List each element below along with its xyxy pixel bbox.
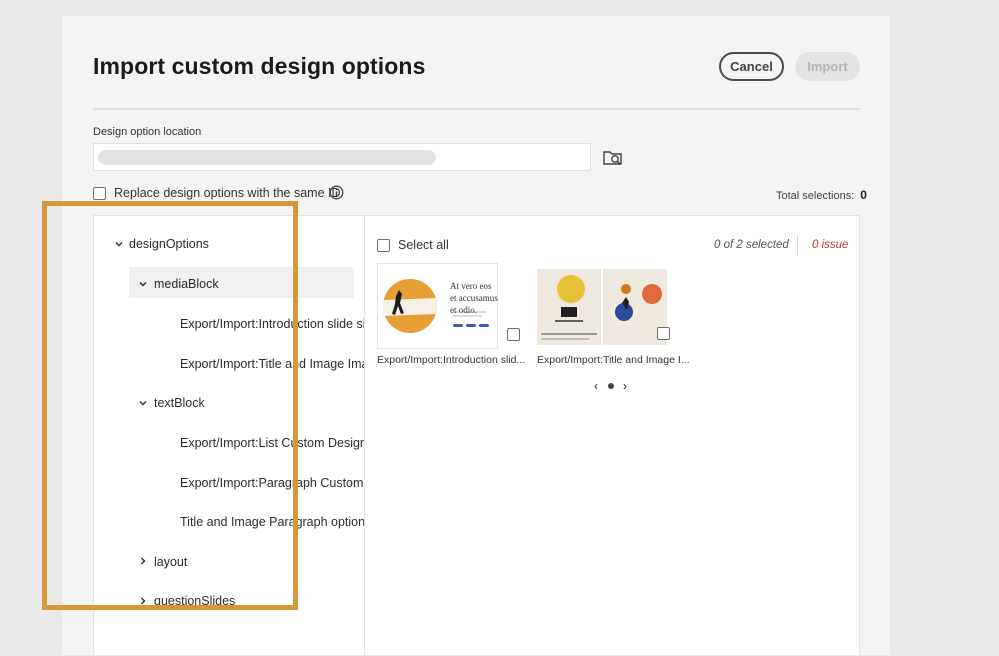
chevron-down-icon[interactable] [114,239,124,249]
browse-folder-icon[interactable] [603,149,623,167]
import-panel: designOptions mediaBlock Export/Import:I… [93,215,861,656]
card-checkbox[interactable] [507,328,520,341]
tree-group-textblock[interactable]: textBlock [154,396,205,410]
chevron-down-icon[interactable] [138,279,148,289]
preview-pane: Select all 0 of 2 selected 0 issue At ve… [364,216,861,656]
tree-group-mediablock[interactable]: mediaBlock [154,277,219,291]
design-card[interactable]: At vero eos et accusamus et odio. [377,263,520,349]
tree-group-questionslides[interactable]: questionSlides [154,594,235,608]
tree-root-designoptions[interactable]: designOptions [129,237,209,251]
select-all-checkbox[interactable] [377,239,390,252]
carousel-dot[interactable] [608,383,614,389]
selected-count: 0 of 2 selected [714,239,789,251]
info-icon[interactable] [329,185,344,200]
total-selections-label: Total selections: [776,190,855,202]
count-divider [797,235,798,255]
design-card[interactable] [537,263,670,349]
total-selections-value: 0 [860,188,867,202]
design-options-tree: designOptions mediaBlock Export/Import:I… [94,216,365,656]
card-thumbnail-text: At vero eos et accusamus et odio. [450,281,498,315]
chevron-down-icon[interactable] [138,398,148,408]
cancel-button[interactable]: Cancel [719,52,784,81]
replace-checkbox[interactable] [93,187,106,200]
tree-item[interactable]: Export/Import:List Custom Design [180,436,364,450]
import-button[interactable]: Import [795,52,860,81]
chevron-right-icon[interactable] [138,596,148,606]
carousel-prev-icon[interactable]: ‹ [594,379,598,393]
location-value-placeholder [98,150,436,165]
issue-count[interactable]: 0 issue [812,239,848,251]
tree-group-layout[interactable]: layout [154,555,187,569]
card-checkbox[interactable] [657,327,670,340]
replace-label: Replace design options with the same ID [114,186,341,200]
import-dialog: Import custom design options Cancel Impo… [62,16,890,656]
tree-item[interactable]: Export/Import:Paragraph Custom I [180,476,364,490]
tree-item[interactable]: Export/Import:Title and Image Ima [180,357,364,371]
carousel-next-icon[interactable]: › [623,379,627,393]
chevron-right-icon[interactable] [138,556,148,566]
card-thumbnail [537,269,667,345]
tree-item[interactable]: Export/Import:Introduction slide si [180,317,364,331]
location-label: Design option location [93,126,202,138]
card-caption: Export/Import:Title and Image I... [537,354,690,366]
location-input[interactable] [93,143,591,171]
select-all-label[interactable]: Select all [398,238,449,252]
header-divider [93,108,860,110]
card-caption: Export/Import:Introduction slid... [377,354,526,366]
total-selections: Total selections: 0 [776,188,867,202]
tree-item[interactable]: Title and Image Paragraph option 1 [180,515,364,529]
dialog-title: Import custom design options [93,53,426,79]
